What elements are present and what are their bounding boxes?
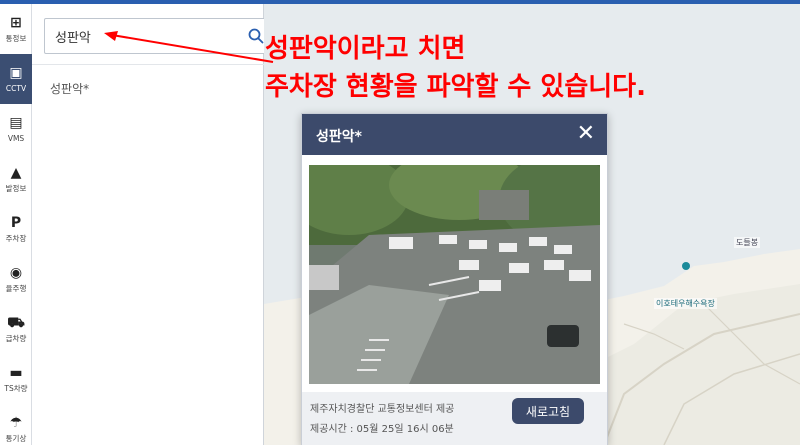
cctv-popup: 성판악* ✕ 제주자치경찰단 교통정보센터 제공 제공시간: 05월 25일 … xyxy=(301,113,608,445)
source-text: 제주자치경찰단 교통정보센터 제공 xyxy=(310,404,455,415)
cctv-camera-image xyxy=(309,165,600,384)
timestamp-text: 제공시간 : 05월 25일 16시 06분 xyxy=(310,424,454,435)
close-icon[interactable]: ✕ xyxy=(577,122,595,146)
popup-header: 성판악* ✕ xyxy=(302,114,607,155)
refresh-button[interactable]: 새로고침 xyxy=(512,398,584,424)
popup-title: 성판악* xyxy=(316,129,362,145)
parking-lot-camera-frame xyxy=(309,165,600,384)
